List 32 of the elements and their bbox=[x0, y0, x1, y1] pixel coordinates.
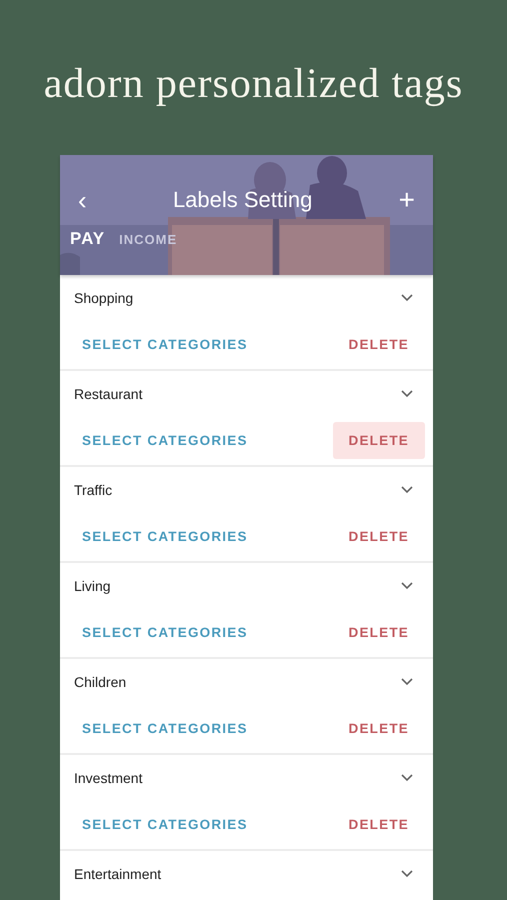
delete-button[interactable]: DELETE bbox=[332, 806, 425, 842]
select-categories-button[interactable]: SELECT CATEGORIES bbox=[74, 806, 256, 842]
label-name: Investment bbox=[74, 770, 142, 786]
tab[interactable]: INCOME bbox=[119, 232, 178, 247]
label-name: Entertainment bbox=[74, 866, 162, 882]
tab[interactable]: PAY bbox=[70, 229, 106, 249]
screen-title: Labels Setting bbox=[172, 187, 312, 213]
add-icon[interactable]: + bbox=[398, 185, 415, 215]
chevron-down-icon[interactable] bbox=[401, 294, 413, 302]
chevron-down-icon[interactable] bbox=[401, 678, 413, 686]
label-name: Shopping bbox=[74, 290, 134, 306]
label-name: Restaurant bbox=[74, 386, 142, 402]
select-categories-button[interactable]: SELECT CATEGORIES bbox=[74, 326, 256, 362]
select-categories-button[interactable]: SELECT CATEGORIES bbox=[74, 614, 256, 650]
caption: adorn personalized tags bbox=[42, 60, 464, 109]
delete-button[interactable]: DELETE bbox=[332, 326, 425, 362]
select-categories-button[interactable]: SELECT CATEGORIES bbox=[74, 422, 256, 458]
delete-button[interactable]: DELETE bbox=[332, 518, 425, 554]
delete-button[interactable]: DELETE bbox=[332, 614, 425, 650]
delete-button[interactable]: DELETE bbox=[332, 422, 425, 458]
back-icon[interactable]: ‹ bbox=[78, 185, 87, 215]
select-categories-button[interactable]: SELECT CATEGORIES bbox=[74, 710, 256, 746]
select-categories-button[interactable]: SELECT CATEGORIES bbox=[74, 518, 256, 554]
chevron-down-icon[interactable] bbox=[401, 774, 413, 782]
label-name: Traffic bbox=[74, 482, 112, 498]
chevron-down-icon[interactable] bbox=[401, 486, 413, 494]
chevron-down-icon[interactable] bbox=[401, 870, 413, 878]
label-name: Children bbox=[74, 674, 126, 690]
delete-button[interactable]: DELETE bbox=[332, 710, 425, 746]
chevron-down-icon[interactable] bbox=[401, 582, 413, 590]
chevron-down-icon[interactable] bbox=[401, 390, 413, 398]
label-name: Living bbox=[74, 578, 111, 594]
